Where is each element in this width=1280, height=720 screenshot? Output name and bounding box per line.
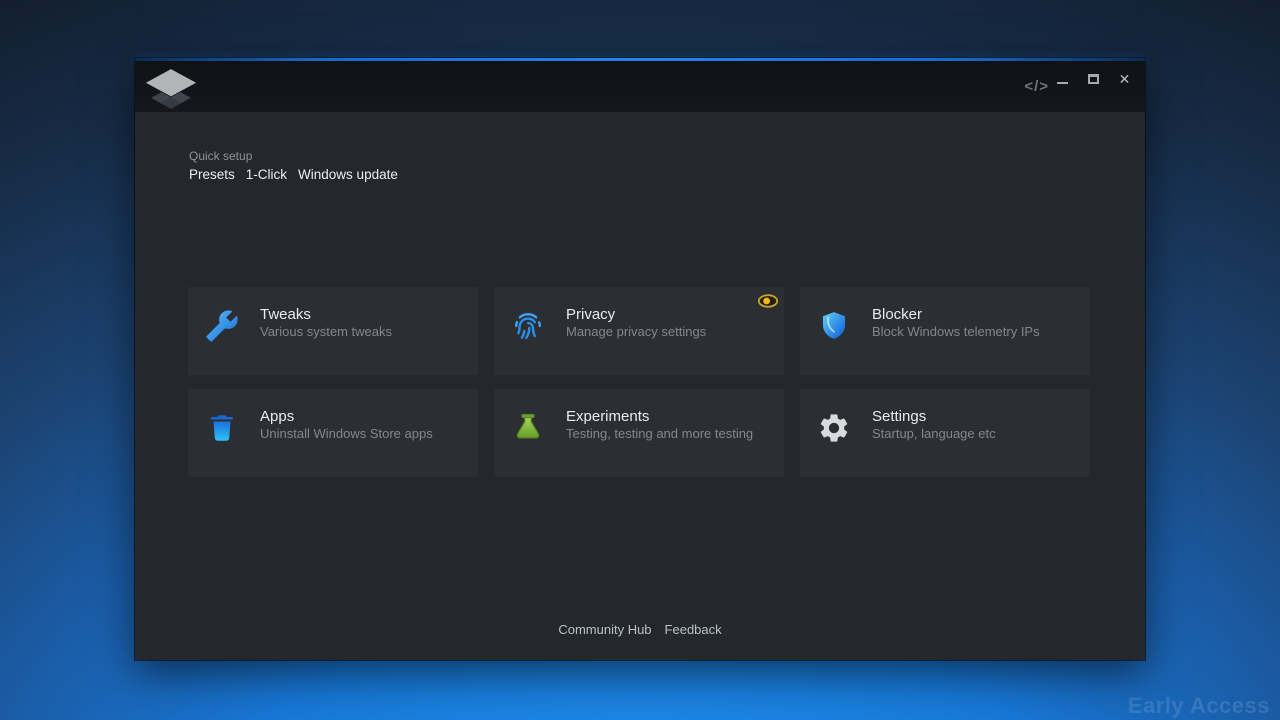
flask-icon xyxy=(511,410,545,446)
tile-subtitle: Manage privacy settings xyxy=(566,323,706,340)
window-controls: ✕ xyxy=(1052,70,1135,88)
maximize-button[interactable] xyxy=(1083,70,1104,88)
eye-icon[interactable] xyxy=(757,293,779,309)
tile-blocker[interactable]: Blocker Block Windows telemetry IPs xyxy=(800,287,1090,375)
tile-title: Privacy xyxy=(566,306,706,323)
tile-title: Settings xyxy=(872,408,996,425)
close-button[interactable]: ✕ xyxy=(1114,70,1135,88)
quick-setup-links: Presets 1-Click Windows update xyxy=(189,167,398,182)
tile-subtitle: Startup, language etc xyxy=(872,425,996,442)
tile-title: Tweaks xyxy=(260,306,392,323)
tile-title: Blocker xyxy=(872,306,1040,323)
app-window: </> ✕ Quick setup Presets 1-Click Window… xyxy=(135,58,1145,660)
tile-experiments[interactable]: Experiments Testing, testing and more te… xyxy=(494,389,784,477)
maximize-icon xyxy=(1088,74,1099,84)
window-body: Quick setup Presets 1-Click Windows upda… xyxy=(135,112,1145,660)
titlebar[interactable]: </> ✕ xyxy=(135,61,1145,112)
app-logo-icon xyxy=(143,66,199,117)
tile-grid: Tweaks Various system tweaks xyxy=(188,287,1090,477)
tile-subtitle: Block Windows telemetry IPs xyxy=(872,323,1040,340)
close-icon: ✕ xyxy=(1119,72,1131,86)
link-community-hub[interactable]: Community Hub xyxy=(558,622,651,637)
wrench-icon xyxy=(205,308,239,344)
tile-title: Experiments xyxy=(566,408,753,425)
quick-setup-label: Quick setup xyxy=(189,149,398,163)
tile-subtitle: Various system tweaks xyxy=(260,323,392,340)
footer-links: Community Hub Feedback xyxy=(135,622,1145,637)
minimize-icon xyxy=(1057,82,1068,84)
tile-subtitle: Uninstall Windows Store apps xyxy=(260,425,433,442)
tile-privacy[interactable]: Privacy Manage privacy settings xyxy=(494,287,784,375)
desktop-background: Early Access </> ✕ Quick setup xyxy=(0,0,1280,720)
tile-subtitle: Testing, testing and more testing xyxy=(566,425,753,442)
tile-apps[interactable]: Apps Uninstall Windows Store apps xyxy=(188,389,478,477)
fingerprint-icon xyxy=(511,308,545,344)
early-access-watermark: Early Access xyxy=(1128,693,1270,719)
gear-icon xyxy=(817,410,851,446)
shield-icon xyxy=(817,308,851,344)
link-presets[interactable]: Presets xyxy=(189,167,235,182)
link-one-click[interactable]: 1-Click xyxy=(246,167,287,182)
tile-title: Apps xyxy=(260,408,433,425)
link-feedback[interactable]: Feedback xyxy=(665,622,722,637)
link-windows-update[interactable]: Windows update xyxy=(298,167,398,182)
trash-icon xyxy=(205,410,239,446)
code-icon[interactable]: </> xyxy=(1024,78,1049,95)
minimize-button[interactable] xyxy=(1052,70,1073,88)
tile-settings[interactable]: Settings Startup, language etc xyxy=(800,389,1090,477)
tile-tweaks[interactable]: Tweaks Various system tweaks xyxy=(188,287,478,375)
quick-setup-block: Quick setup Presets 1-Click Windows upda… xyxy=(189,149,398,182)
